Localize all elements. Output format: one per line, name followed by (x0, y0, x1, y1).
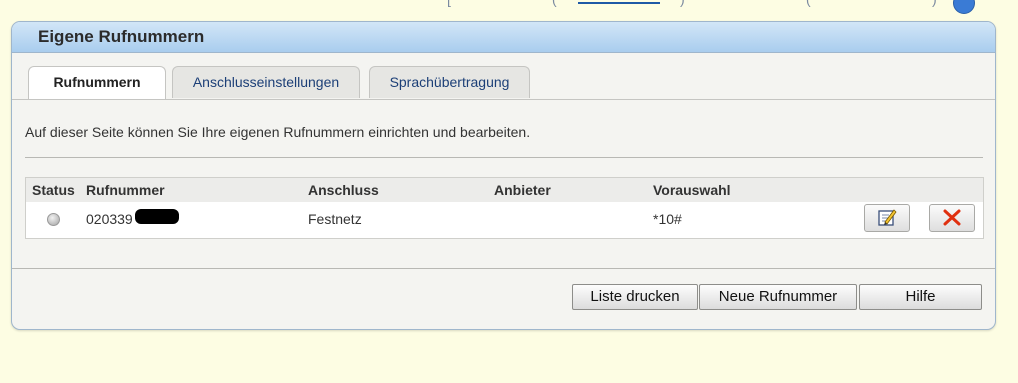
active-link-underline[interactable] (578, 2, 660, 4)
header-status: Status (32, 182, 75, 198)
tab-content: Auf dieser Seite können Sie Ihre eigenen… (12, 99, 995, 291)
status-indicator-icon (47, 213, 60, 226)
tab-rufnummern[interactable]: Rufnummern (28, 66, 166, 100)
help-circle-icon[interactable] (953, 0, 975, 14)
header-preselection: Vorauswahl (653, 182, 731, 198)
new-number-button[interactable]: Neue Rufnummer (699, 284, 857, 310)
header-number: Rufnummer (86, 182, 165, 198)
footer-divider (12, 268, 995, 269)
nav-fragment: ) (932, 0, 937, 7)
top-navigation-strip: [ ( ) ( ) (0, 0, 1018, 18)
delete-x-icon (943, 209, 961, 226)
nav-fragment: ( (552, 0, 557, 7)
nav-fragment: [ (447, 0, 451, 7)
redaction-mark (135, 209, 179, 224)
numbers-table: Status Rufnummer Anschluss Anbieter Vora… (25, 177, 984, 239)
edit-icon (878, 209, 897, 226)
help-button[interactable]: Hilfe (859, 284, 982, 310)
panel-title: Eigene Rufnummern (12, 22, 995, 53)
header-connection: Anschluss (308, 182, 379, 198)
header-provider: Anbieter (494, 182, 551, 198)
edit-button[interactable] (864, 204, 910, 232)
nav-fragment: ) (680, 0, 685, 7)
tab-anschlusseinstellungen[interactable]: Anschlusseinstellungen (172, 66, 360, 98)
cell-preselection: *10# (653, 211, 682, 227)
divider (25, 157, 983, 158)
tab-sprachuebertragung[interactable]: Sprachübertragung (369, 66, 530, 98)
print-list-button[interactable]: Liste drucken (572, 284, 698, 310)
cell-number: 020339 (86, 211, 133, 227)
intro-text: Auf dieser Seite können Sie Ihre eigenen… (25, 124, 531, 140)
cell-connection: Festnetz (308, 211, 362, 227)
own-numbers-panel: Eigene Rufnummern Rufnummern Anschlussei… (11, 21, 996, 330)
nav-fragment: ( (806, 0, 811, 7)
delete-button[interactable] (929, 204, 975, 232)
